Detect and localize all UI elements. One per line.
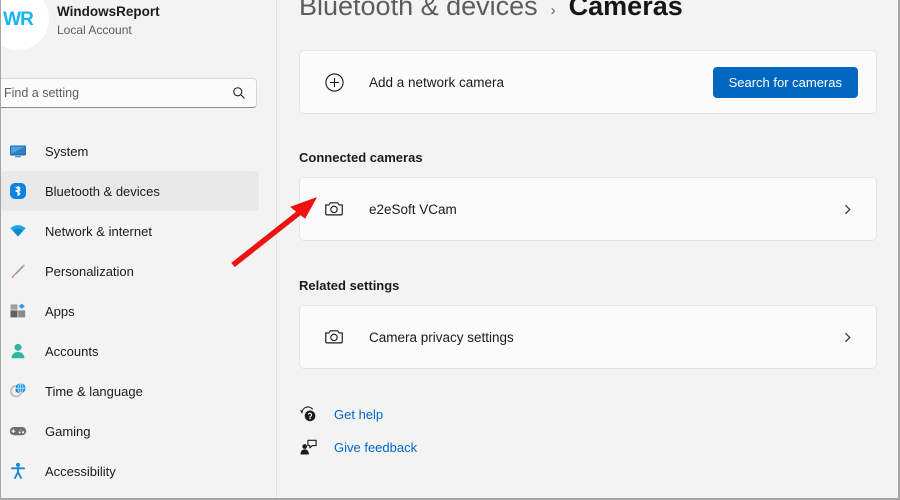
sidebar-item-label: Network & internet [45,223,152,239]
account-name: WindowsReport [57,4,160,19]
camera-privacy-settings-label: Camera privacy settings [369,329,514,345]
accessibility-icon [9,462,27,480]
sidebar-item-bluetooth-devices[interactable]: Bluetooth & devices [1,171,259,211]
sidebar-nav: System Bluetooth & devices Network & int… [1,131,277,491]
sidebar-item-label: System [45,143,89,159]
apps-icon [9,302,27,320]
related-settings-heading: Related settings [299,278,400,293]
sidebar-item-label: Accessibility [45,463,116,479]
sidebar: WR WindowsReport Local Account Find a se… [1,0,277,498]
give-feedback-link[interactable]: Give feedback [299,436,417,458]
personalization-icon [9,262,27,280]
sidebar-item-label: Gaming [45,423,91,439]
avatar[interactable]: WR [1,0,49,50]
avatar-initials: WR [3,9,34,30]
connected-cameras-heading: Connected cameras [299,150,423,165]
settings-window: WR WindowsReport Local Account Find a se… [0,0,900,500]
chevron-right-icon[interactable] [841,203,854,216]
sidebar-item-gaming[interactable]: Gaming [1,411,259,451]
bluetooth-icon [9,182,27,200]
main-content: Bluetooth & devices › Cameras Add a netw… [278,0,898,498]
sidebar-item-label: Bluetooth & devices [45,183,160,199]
sidebar-item-label: Accounts [45,343,99,359]
plus-circle-icon [323,71,345,93]
add-network-camera-card: Add a network camera Search for cameras [299,50,877,114]
sidebar-item-time-language[interactable]: Time & language [1,371,259,411]
breadcrumb: Bluetooth & devices › Cameras [299,0,683,22]
system-icon [9,142,27,160]
breadcrumb-parent-link[interactable]: Bluetooth & devices [299,0,538,22]
breadcrumb-separator: › [550,2,556,19]
feedback-icon [299,438,318,457]
account-type: Local Account [57,23,132,37]
accounts-icon [9,342,27,360]
get-help-link[interactable]: Get help [299,403,383,425]
sidebar-item-apps[interactable]: Apps [1,291,259,331]
time-language-icon [9,382,27,400]
camera-icon [323,326,345,348]
search-input[interactable] [4,86,232,100]
sidebar-item-network-internet[interactable]: Network & internet [1,211,259,251]
search-for-cameras-button[interactable]: Search for cameras [712,66,858,98]
help-icon [299,405,318,424]
sidebar-item-label: Personalization [45,263,134,279]
network-icon [9,222,27,240]
sidebar-item-accounts[interactable]: Accounts [1,331,259,371]
sidebar-item-system[interactable]: System [1,131,259,171]
search-icon[interactable] [232,86,246,100]
connected-camera-row[interactable]: e2eSoft VCam [299,177,877,241]
sidebar-item-label: Apps [45,303,75,319]
page-title: Cameras [568,0,683,21]
add-network-camera-label: Add a network camera [369,74,505,90]
sidebar-item-personalization[interactable]: Personalization [1,251,259,291]
get-help-label: Get help [334,406,384,422]
sidebar-item-accessibility[interactable]: Accessibility [1,451,259,491]
gaming-icon [9,422,27,440]
search-box[interactable] [1,78,257,108]
camera-privacy-settings-row[interactable]: Camera privacy settings [299,305,877,369]
give-feedback-label: Give feedback [334,439,418,455]
account-block[interactable]: WR WindowsReport Local Account [1,0,263,54]
camera-icon [323,198,345,220]
sidebar-item-label: Time & language [45,383,143,399]
chevron-right-icon[interactable] [841,331,854,344]
camera-name-label: e2eSoft VCam [369,201,457,217]
